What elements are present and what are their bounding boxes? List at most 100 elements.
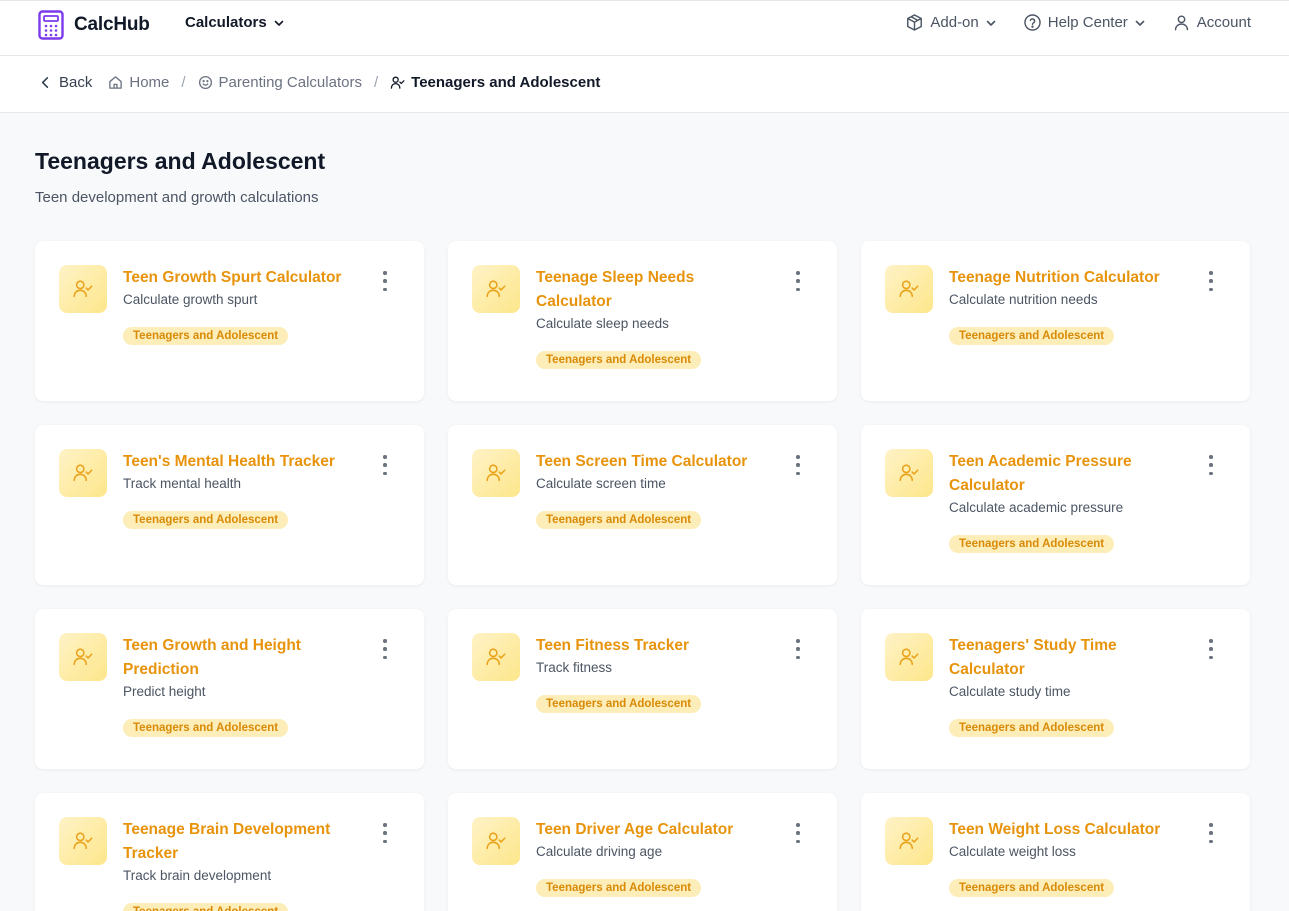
brand-logo[interactable]: CalcHub <box>38 10 150 40</box>
back-button[interactable]: Back <box>38 74 92 91</box>
user-icon <box>1174 15 1188 31</box>
more-options-icon[interactable] <box>1206 455 1216 475</box>
category-badge: Teenagers and Adolescent <box>123 511 289 529</box>
user-check-icon <box>59 265 107 313</box>
user-check-icon <box>885 449 933 497</box>
calculator-card[interactable]: Teen Growth and Height Prediction Predic… <box>35 609 424 769</box>
calculator-card[interactable]: Teen's Mental Health Tracker Track menta… <box>35 425 424 585</box>
calculators-label: Calculators <box>185 14 267 31</box>
page-subtitle: Teen development and growth calculations <box>35 189 319 206</box>
card-description: Calculate sleep needs <box>536 316 669 331</box>
more-options-icon[interactable] <box>793 271 803 291</box>
top-navbar: CalcHub Calculators Add-on Help Center A… <box>0 0 1289 56</box>
category-badge: Teenagers and Adolescent <box>536 879 702 897</box>
card-description: Calculate screen time <box>536 476 666 491</box>
user-check-icon <box>885 633 933 681</box>
category-badge: Teenagers and Adolescent <box>123 327 289 345</box>
category-badge: Teenagers and Adolescent <box>949 719 1115 737</box>
card-title[interactable]: Teen Weight Loss Calculator <box>949 818 1179 842</box>
more-options-icon[interactable] <box>380 271 390 291</box>
account-menu[interactable]: Account <box>1172 13 1251 32</box>
card-title[interactable]: Teenage Sleep Needs Calculator <box>536 266 766 314</box>
more-options-icon[interactable] <box>1206 823 1216 843</box>
category-badge: Teenagers and Adolescent <box>536 351 702 369</box>
card-title[interactable]: Teen Academic Pressure Calculator <box>949 450 1179 498</box>
calculators-menu[interactable]: Calculators <box>185 14 285 31</box>
user-check-icon <box>59 633 107 681</box>
help-center-menu[interactable]: Help Center <box>1023 13 1146 32</box>
package-icon <box>907 14 923 31</box>
user-check-icon <box>472 633 520 681</box>
breadcrumb-current: Teenagers and Adolescent <box>390 74 600 91</box>
card-title[interactable]: Teen's Mental Health Tracker <box>123 450 353 474</box>
addon-label: Add-on <box>930 14 979 31</box>
chevron-down-icon <box>274 20 284 26</box>
breadcrumb-separator: / <box>373 74 379 91</box>
calculator-card[interactable]: Teenage Brain Development Tracker Track … <box>35 793 424 911</box>
more-options-icon[interactable] <box>380 823 390 843</box>
category-badge: Teenagers and Adolescent <box>949 535 1115 553</box>
account-label: Account <box>1196 14 1251 31</box>
more-options-icon[interactable] <box>380 455 390 475</box>
card-description: Calculate academic pressure <box>949 500 1124 515</box>
card-title[interactable]: Teen Growth and Height Prediction <box>123 634 353 682</box>
calculator-icon <box>38 10 64 40</box>
calculator-card[interactable]: Teen Fitness Tracker Track fitness Teena… <box>448 609 837 769</box>
calculator-card[interactable]: Teen Growth Spurt Calculator Calculate g… <box>35 241 424 401</box>
back-label: Back <box>59 74 93 91</box>
more-options-icon[interactable] <box>793 639 803 659</box>
addon-menu[interactable]: Add-on <box>905 13 996 32</box>
calculator-card[interactable]: Teen Weight Loss Calculator Calculate we… <box>861 793 1250 911</box>
card-title[interactable]: Teen Fitness Tracker <box>536 634 766 658</box>
user-check-icon <box>59 449 107 497</box>
brand-name: CalcHub <box>74 14 150 35</box>
category-badge: Teenagers and Adolescent <box>536 511 702 529</box>
user-check-icon <box>472 265 520 313</box>
calculator-card[interactable]: Teenagers' Study Time Calculator Calcula… <box>861 609 1250 769</box>
card-description: Track fitness <box>536 660 613 675</box>
home-label: Home <box>129 74 170 91</box>
page-title: Teenagers and Adolescent <box>35 148 326 174</box>
more-options-icon[interactable] <box>793 455 803 475</box>
more-options-icon[interactable] <box>793 823 803 843</box>
calculator-card[interactable]: Teen Screen Time Calculator Calculate sc… <box>448 425 837 585</box>
user-check-icon <box>885 265 933 313</box>
card-title[interactable]: Teenage Brain Development Tracker <box>123 818 353 866</box>
card-description: Calculate driving age <box>536 844 663 859</box>
help-center-label: Help Center <box>1047 14 1128 31</box>
more-options-icon[interactable] <box>1206 639 1216 659</box>
card-title[interactable]: Teen Screen Time Calculator <box>536 450 766 474</box>
category-badge: Teenagers and Adolescent <box>123 903 289 911</box>
calculator-card[interactable]: Teen Academic Pressure Calculator Calcul… <box>861 425 1250 585</box>
category-badge: Teenagers and Adolescent <box>123 719 289 737</box>
card-description: Calculate weight loss <box>949 844 1076 859</box>
user-check-icon <box>472 817 520 865</box>
help-circle-icon <box>1024 14 1041 31</box>
card-title[interactable]: Teenage Nutrition Calculator <box>949 266 1179 290</box>
more-options-icon[interactable] <box>380 639 390 659</box>
card-description: Calculate nutrition needs <box>949 292 1098 307</box>
card-title[interactable]: Teen Growth Spurt Calculator <box>123 266 353 290</box>
breadcrumb-bar: Back Home / Parenting Calculators / Teen… <box>0 56 1289 113</box>
current-label: Teenagers and Adolescent <box>411 74 601 91</box>
card-description: Predict height <box>123 684 206 699</box>
breadcrumb-parenting[interactable]: Parenting Calculators <box>198 74 362 91</box>
user-check-icon <box>390 76 405 89</box>
calculator-card[interactable]: Teen Driver Age Calculator Calculate dri… <box>448 793 837 911</box>
chevron-left-icon <box>41 77 49 88</box>
card-description: Track mental health <box>123 476 242 491</box>
calculator-card[interactable]: Teenage Sleep Needs Calculator Calculate… <box>448 241 837 401</box>
category-badge: Teenagers and Adolescent <box>949 327 1115 345</box>
category-badge: Teenagers and Adolescent <box>536 695 702 713</box>
more-options-icon[interactable] <box>1206 271 1216 291</box>
category-badge: Teenagers and Adolescent <box>949 879 1115 897</box>
chevron-down-icon <box>986 20 996 26</box>
breadcrumb-home[interactable]: Home <box>108 74 169 91</box>
parenting-label: Parenting Calculators <box>218 74 362 91</box>
breadcrumb: Back Home / Parenting Calculators / Teen… <box>38 74 600 91</box>
card-title[interactable]: Teenagers' Study Time Calculator <box>949 634 1179 682</box>
calculator-card[interactable]: Teenage Nutrition Calculator Calculate n… <box>861 241 1250 401</box>
breadcrumb-separator: / <box>181 74 186 91</box>
card-title[interactable]: Teen Driver Age Calculator <box>536 818 766 842</box>
user-check-icon <box>59 817 107 865</box>
